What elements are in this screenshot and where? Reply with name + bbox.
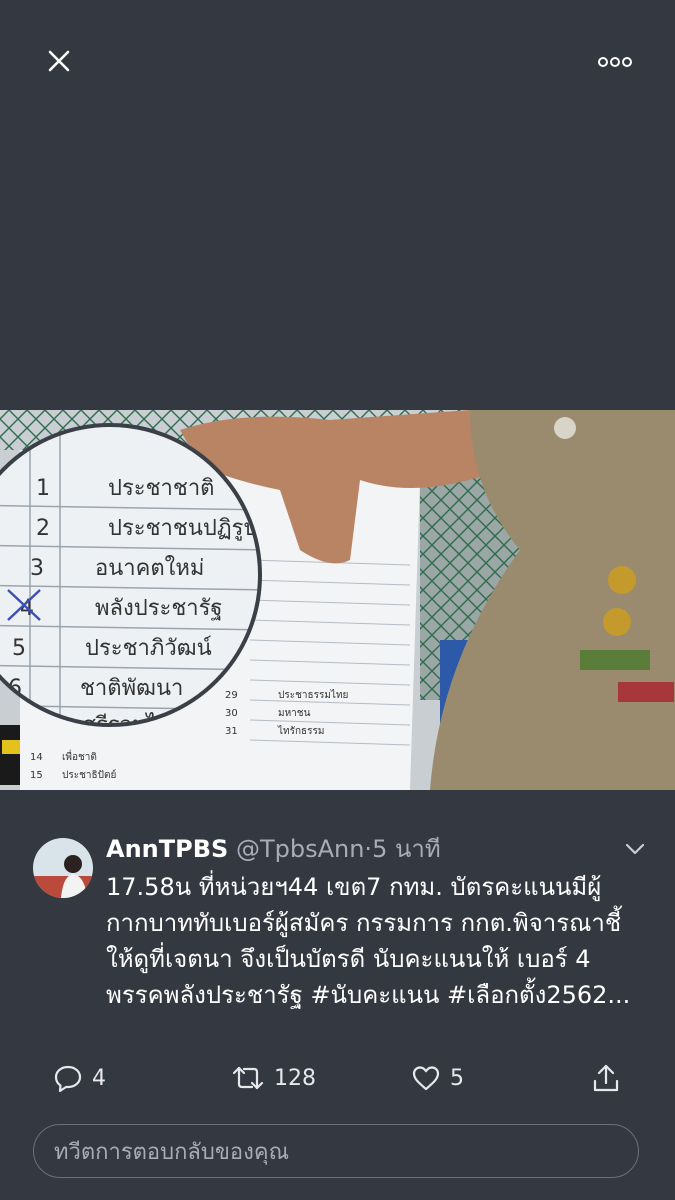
party-name: อนาคตใหม่ xyxy=(95,555,204,581)
party-number: 2 xyxy=(36,516,50,541)
reply-placeholder: ทวีตการตอบกลับของคุณ xyxy=(54,1139,289,1165)
party-name: ประชาภิวัฒน์ xyxy=(85,636,212,661)
ballot-row-party: ประชาธิปัตย์ xyxy=(62,769,116,781)
party-number: 5 xyxy=(12,636,26,661)
user-handle[interactable]: @TpbsAnn xyxy=(236,835,364,863)
tweet-text: 17.58น ที่หน่วยฯ44 เขต7 กทม. บัตรคะแนนมี… xyxy=(106,869,646,1013)
ballot-row-party: เพื่อชาติ xyxy=(62,749,97,763)
ballot-row-number: 29 xyxy=(225,690,238,701)
share-button[interactable] xyxy=(590,1055,622,1101)
tweet-text-line: กากบาททับเบอร์ผู้สมัคร กรรมการ กกต.พิจาร… xyxy=(106,909,622,937)
profile-photo xyxy=(33,838,93,898)
like-count: 5 xyxy=(450,1065,464,1091)
party-number: 3 xyxy=(30,556,44,581)
like-button[interactable]: 5 xyxy=(410,1055,464,1101)
party-name: ชาติพัฒนา xyxy=(80,676,183,701)
ballot-row-party: ประชาธรรมไทย xyxy=(278,689,348,701)
reply-input[interactable]: ทวีตการตอบกลับของคุณ xyxy=(33,1124,639,1178)
reply-count: 4 xyxy=(92,1065,106,1091)
tweet-header: AnnTPBS @TpbsAnn·5 นาที xyxy=(106,833,441,865)
top-bar xyxy=(0,0,675,120)
tweet-text-line: พรรคพลังประชารัฐ #นับคะแนน #เลือกตั้ง256… xyxy=(106,981,631,1009)
timestamp[interactable]: 5 นาที xyxy=(372,835,441,863)
party-name: พลังประชารัฐ xyxy=(95,596,223,621)
ballot-row-number: 30 xyxy=(225,708,238,719)
avatar[interactable] xyxy=(33,838,93,898)
reply-button[interactable]: 4 xyxy=(52,1055,106,1101)
ballot-row-number: 31 xyxy=(225,726,238,737)
share-icon xyxy=(593,1064,619,1092)
tweet-text-line: ให้ดูที่เจตนา จึงเป็นบัตรดี นับคะแนนให้ … xyxy=(106,945,591,973)
party-name: ประชาชาติ xyxy=(108,476,214,501)
ballot-photo: 29 ประชาธรรมไทย 30 มหาชน 31 ไทรักธรรม 14… xyxy=(0,410,675,790)
chevron-down-icon xyxy=(625,843,645,855)
retweet-icon xyxy=(232,1066,264,1090)
party-name: ประชาชนปฏิรูป xyxy=(108,516,257,541)
ballot-row-number: 14 xyxy=(30,752,43,763)
close-button[interactable] xyxy=(40,44,78,82)
tweet-actions: 4 128 5 xyxy=(0,1055,675,1101)
separator: · xyxy=(364,835,373,863)
tweet-text-line: 17.58น ที่หน่วยฯ44 เขต7 กทม. บัตรคะแนนมี… xyxy=(106,873,602,901)
tweet-photo[interactable]: 29 ประชาธรรมไทย 30 มหาชน 31 ไทรักธรรม 14… xyxy=(0,410,675,790)
retweet-count: 128 xyxy=(274,1065,316,1091)
more-options-icon xyxy=(598,57,632,67)
tweet: AnnTPBS @TpbsAnn·5 นาที 17.58น ที่หน่วยฯ… xyxy=(0,825,675,1025)
retweet-button[interactable]: 128 xyxy=(230,1055,316,1101)
display-name[interactable]: AnnTPBS xyxy=(106,835,228,863)
ballot-row-number: 15 xyxy=(30,770,43,781)
reply-icon xyxy=(54,1065,82,1093)
ballot-row-party: ไทรักธรรม xyxy=(277,725,324,737)
close-icon xyxy=(48,50,70,72)
party-number: 1 xyxy=(36,476,50,501)
heart-icon xyxy=(412,1066,440,1091)
more-options-button[interactable] xyxy=(595,48,635,76)
ballot-row-party: มหาชน xyxy=(278,708,311,719)
tweet-menu-button[interactable] xyxy=(622,839,648,859)
